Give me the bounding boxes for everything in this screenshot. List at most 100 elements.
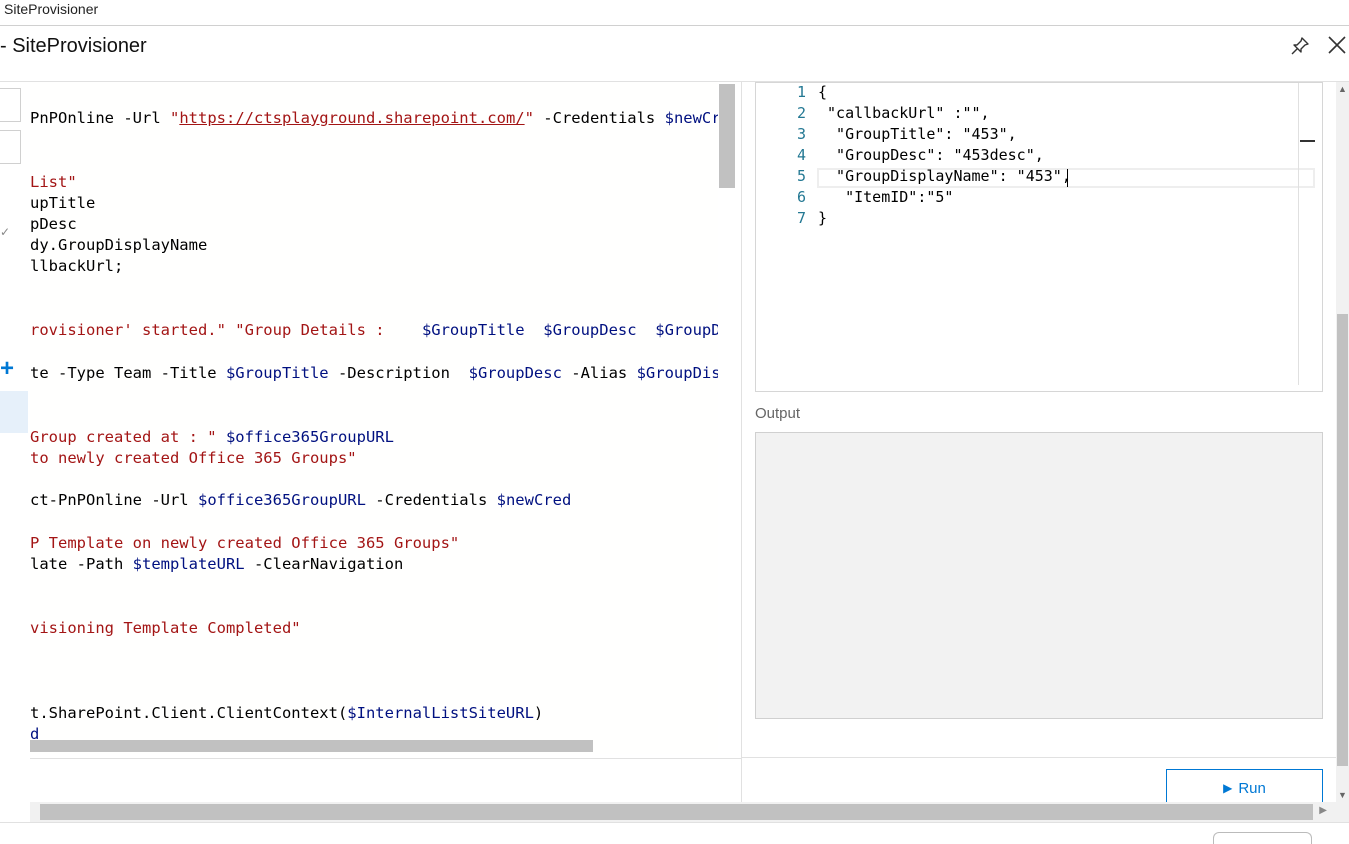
code-token: $templateURL — [132, 555, 245, 573]
json-line-text: "ItemID":"5" — [818, 188, 954, 206]
chevron-down-icon: ✓ — [0, 225, 11, 239]
code-token: $GroupDisp — [655, 321, 720, 339]
code-token: rovisioner' started." "Group Details : — [30, 321, 422, 339]
line-number: 3 — [796, 125, 806, 143]
code-token: -Credentials — [533, 109, 665, 127]
json-line-text: "GroupDesc": "453desc", — [818, 146, 1044, 164]
pane-divider[interactable] — [741, 82, 742, 802]
run-button-label: Run — [1238, 779, 1266, 797]
json-line-text: "callbackUrl" :"", — [818, 104, 990, 122]
code-token: Group created at : " — [30, 428, 226, 446]
code-token: -Description — [328, 364, 469, 382]
code-token: " — [524, 109, 534, 127]
code-line: PnPOnline -Url "https://ctsplayground.sh… — [30, 109, 720, 127]
scroll-down-icon[interactable]: ▼ — [1338, 790, 1347, 800]
code-token: pDesc — [30, 215, 77, 233]
code-token: List" — [30, 173, 77, 191]
bottom-bar — [0, 822, 1349, 844]
code-token: to newly created Office 365 Groups" — [30, 449, 357, 467]
code-token: ct-PnPOnline -Url — [30, 491, 198, 509]
script-editor[interactable]: PnPOnline -Url "https://ctsplayground.sh… — [30, 82, 720, 754]
code-token: ) — [533, 704, 544, 722]
window-title: SiteProvisioner — [4, 1, 99, 17]
code-token: visioning Template Completed" — [30, 619, 301, 637]
output-label: Output — [755, 405, 801, 422]
code-line: Group created at : " $office365GroupURL — [30, 428, 394, 446]
scrollbar-thumb[interactable] — [719, 84, 735, 188]
code-link[interactable]: https://ctsplayground.sharepoint.com/ — [179, 109, 524, 127]
code-token: late -Path — [30, 555, 133, 573]
code-token: $GroupDesc — [543, 321, 637, 339]
left-toolbar-button[interactable] — [0, 88, 21, 122]
code-token: $InternalListSiteURL — [347, 704, 534, 722]
code-token: $GroupDesc — [468, 364, 562, 382]
code-line: upTitle — [30, 194, 95, 212]
code-token: -ClearNavigation — [244, 555, 404, 573]
title-bar: SiteProvisioner — [0, 0, 1349, 26]
code-line: dy.GroupDisplayName — [30, 236, 207, 254]
scroll-right-icon[interactable]: ▶ — [1319, 805, 1327, 816]
code-token: $office365GroupURL — [225, 428, 394, 446]
scroll-up-icon[interactable]: ▲ — [1338, 84, 1347, 94]
code-token: dy.GroupDisplayName — [30, 236, 208, 254]
code-token: llbackUrl; — [30, 257, 124, 275]
code-line: visioning Template Completed" — [30, 619, 301, 637]
left-toolbar: ✓ + — [0, 82, 30, 802]
divider — [30, 758, 741, 759]
scrollbar-thumb[interactable] — [1337, 314, 1348, 766]
code-token: $GroupDisp — [636, 364, 720, 382]
bottom-button[interactable] — [1213, 832, 1312, 844]
code-line: te -Type Team -Title $GroupTitle -Descri… — [30, 364, 720, 382]
code-line: pDesc — [30, 215, 77, 233]
code-line: rovisioner' started." "Group Details : $… — [30, 321, 720, 339]
pin-icon[interactable] — [1289, 35, 1311, 57]
json-line-text: } — [818, 209, 828, 227]
line-number: 5 — [796, 167, 806, 185]
code-token: te -Type Team -Title — [30, 364, 226, 382]
line-number: 2 — [796, 104, 806, 122]
code-line: late -Path $templateURL -ClearNavigation — [30, 555, 403, 573]
code-token: t.SharePoint.Client.ClientContext( — [30, 704, 348, 722]
output-box — [755, 432, 1323, 719]
json-line-text: "GroupTitle": "453", — [818, 125, 1017, 143]
line-number: 1 — [796, 83, 806, 101]
code-token: -Credentials — [365, 491, 497, 509]
line-number: 7 — [796, 209, 806, 227]
json-line-text: "GroupDisplayName": "453", — [818, 167, 1071, 185]
line-number: 4 — [796, 146, 806, 164]
code-token: $GroupTitle — [225, 364, 329, 382]
page-title: - SiteProvisioner — [0, 35, 147, 57]
code-line: P Template on newly created Office 365 G… — [30, 534, 459, 552]
code-line: llbackUrl; — [30, 257, 123, 275]
code-token: $office365GroupURL — [197, 491, 366, 509]
json-input-editor[interactable]: 1 {2 "callbackUrl" :"", 3 "GroupTitle": "4… — [755, 82, 1323, 392]
code-line: to newly created Office 365 Groups" — [30, 449, 357, 467]
code-line: List" — [30, 173, 77, 191]
minimize-icon[interactable] — [1300, 140, 1315, 142]
editor-horizontal-scrollbar[interactable] — [30, 740, 593, 752]
code-token: $newCred — [496, 491, 572, 509]
play-icon: ▶ — [1223, 781, 1233, 795]
json-line-text: { — [818, 83, 828, 101]
right-vertical-scrollbar[interactable]: ▲ ▼ — [1336, 82, 1349, 802]
code-line: t.SharePoint.Client.ClientContext($Inter… — [30, 704, 543, 722]
scrollbar-thumb[interactable] — [40, 804, 1313, 820]
code-token: upTitle — [30, 194, 96, 212]
code-token: P Template on newly created Office 365 G… — [30, 534, 460, 552]
code-token: PnPOnline -Url — [30, 109, 170, 127]
left-toolbar-dropdown[interactable] — [0, 130, 21, 164]
bottom-horizontal-scrollbar[interactable]: ▶ — [30, 802, 1349, 822]
plus-icon[interactable]: + — [0, 357, 14, 381]
close-icon[interactable] — [1325, 33, 1349, 57]
line-number: 6 — [796, 188, 806, 206]
left-toolbar-selected-item[interactable] — [0, 391, 28, 433]
divider — [742, 757, 1336, 758]
code-line: ct-PnPOnline -Url $office365GroupURL -Cr… — [30, 491, 571, 509]
panel-header: - SiteProvisioner — [0, 26, 1349, 82]
code-token: " — [169, 109, 180, 127]
code-token: $GroupTitle — [421, 321, 525, 339]
editor-vertical-scrollbar[interactable] — [718, 82, 736, 754]
json-editor-ruler — [1298, 83, 1299, 385]
